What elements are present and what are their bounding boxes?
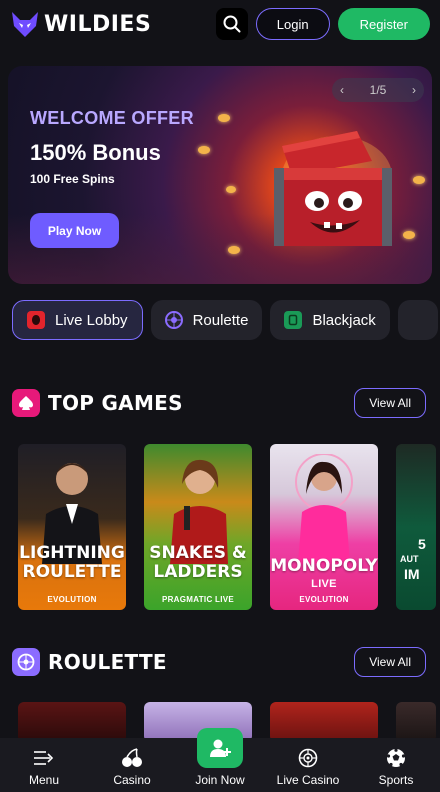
search-button[interactable] [215, 8, 248, 40]
live-lobby-icon [27, 311, 45, 329]
roulette-wheel-icon [12, 648, 40, 676]
game-title: 5 [418, 536, 426, 552]
chip-label: Blackjack [312, 311, 376, 329]
dealer-image [295, 454, 353, 564]
treasure-chest-illustration [274, 131, 392, 246]
join-now-button[interactable] [197, 728, 243, 768]
chip-label: Roulette [192, 311, 249, 329]
add-user-icon [210, 739, 231, 757]
view-all-button[interactable]: View All [354, 647, 426, 677]
game-title: IM [404, 566, 420, 582]
game-card-auto-roulette[interactable]: 5 AUT IM [396, 444, 436, 610]
coin-decor [218, 114, 230, 122]
game-card-snakes-ladders[interactable]: SNAKES & LADDERS PRAGMATIC LIVE [144, 444, 252, 610]
register-button[interactable]: Register [337, 8, 430, 40]
game-card-roulette-1[interactable] [18, 702, 126, 742]
roulette-icon [164, 311, 183, 329]
cherries-icon [121, 746, 143, 770]
game-card-roulette-3[interactable] [270, 702, 378, 742]
game-provider: EVOLUTION [299, 595, 349, 604]
coin-decor [413, 176, 425, 184]
section-title: TOP GAMES [48, 391, 183, 415]
nav-label: Sports [378, 773, 414, 787]
blackjack-icon [284, 311, 303, 329]
spade-icon [12, 389, 40, 417]
bottom-navigation: Menu Casino Join Now Live Casino Sports [0, 728, 440, 792]
slide-counter: 1/5 [369, 83, 387, 97]
nav-casino[interactable]: Casino [88, 738, 176, 792]
game-provider: PRAGMATIC LIVE [161, 595, 235, 604]
view-all-button[interactable]: View All [354, 388, 426, 418]
coin-decor [226, 186, 236, 193]
prev-slide-chevron-icon[interactable]: ‹ [340, 83, 344, 97]
game-provider: EVOLUTION [47, 595, 97, 604]
section-title: ROULETTE [48, 650, 167, 674]
game-variant: LIVE [311, 578, 337, 590]
game-title: SNAKES & LADDERS [149, 543, 247, 582]
game-title: MONOPOLY [270, 556, 378, 576]
game-card-lightning-roulette[interactable]: LIGHTNING ROULETTE EVOLUTION [18, 444, 126, 610]
free-spins-text: 100 Free Spins [30, 172, 115, 186]
top-games-row: LIGHTNING ROULETTE EVOLUTION SNAKES & LA… [18, 444, 436, 610]
nav-live-casino[interactable]: Live Casino [264, 738, 352, 792]
bonus-text: 150% Bonus [30, 140, 161, 165]
game-title: AUT [400, 554, 419, 564]
coin-decor [198, 146, 210, 154]
soccer-ball-icon [386, 746, 406, 770]
chip-live-lobby[interactable]: Live Lobby [12, 300, 143, 340]
nav-label: Menu [28, 773, 60, 787]
search-icon [223, 15, 241, 33]
promo-banner[interactable]: ‹ 1/5 › WELCOME OFFER 150% Bonus 100 Fre… [8, 66, 432, 284]
chip-roulette[interactable]: Roulette [150, 300, 263, 340]
game-title: LIGHTNING ROULETTE [19, 543, 125, 582]
nav-join-now[interactable]: Join Now [176, 728, 264, 792]
chip-more[interactable] [397, 300, 438, 340]
offer-title: WELCOME OFFER [30, 108, 194, 128]
nav-label: Join Now [195, 773, 245, 787]
wolf-logo-icon [12, 12, 38, 37]
brand-logo[interactable]: WILDIES [10, 10, 151, 38]
nav-label: Casino [113, 773, 151, 787]
chip-label: Live Lobby [55, 311, 128, 329]
chip-blackjack[interactable]: Blackjack [270, 300, 390, 340]
roulette-wheel-icon [298, 746, 318, 770]
game-card-roulette-4[interactable] [396, 702, 436, 742]
menu-icon [33, 746, 55, 770]
nav-label: Live Casino [276, 773, 340, 787]
top-header: WILDIES Login Register [0, 0, 440, 48]
nav-sports[interactable]: Sports [352, 738, 440, 792]
nav-menu[interactable]: Menu [0, 738, 88, 792]
next-slide-chevron-icon[interactable]: › [412, 83, 416, 97]
game-card-monopoly-live[interactable]: MONOPOLY LIVE EVOLUTION [270, 444, 378, 610]
banner-pager: ‹ 1/5 › [332, 78, 424, 102]
brand-name: WILDIES [44, 11, 152, 37]
category-chips: Live Lobby Roulette Blackjack [12, 300, 438, 340]
top-games-header: TOP GAMES View All [12, 387, 426, 419]
play-now-button[interactable]: Play Now [30, 213, 119, 248]
coin-decor [228, 246, 240, 254]
roulette-header: ROULETTE View All [12, 646, 426, 678]
login-button[interactable]: Login [255, 8, 330, 40]
